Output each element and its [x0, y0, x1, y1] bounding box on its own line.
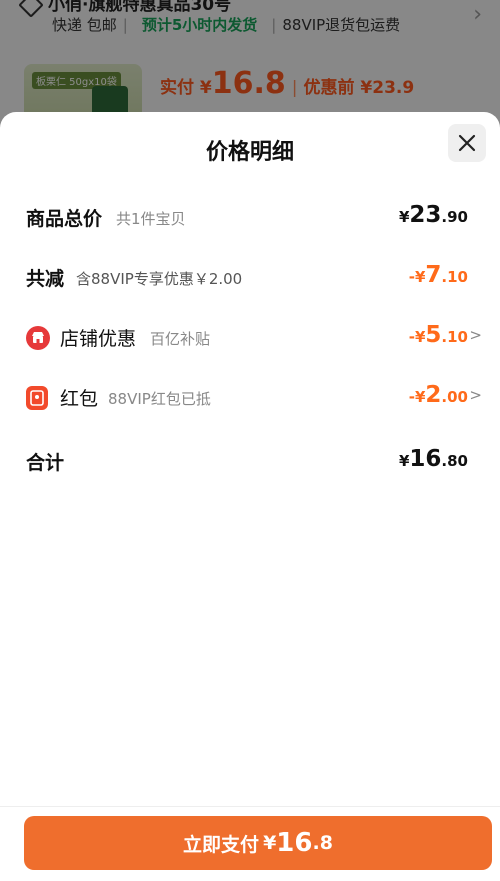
row-amount: -¥2.00: [408, 382, 468, 408]
pay-now-button[interactable]: 立即支付 ¥ 16 .8: [24, 816, 492, 870]
pay-button-amount-dec: .8: [312, 832, 333, 854]
row-label: 红包: [60, 388, 99, 410]
row-amount: -¥7.10: [408, 262, 468, 288]
row-amount: ¥23.90: [398, 202, 468, 228]
row-sub: 88VIP红包已抵: [108, 390, 211, 408]
pay-button-currency: ¥: [263, 832, 277, 854]
row-label: 合计: [26, 452, 65, 474]
chevron-right-icon[interactable]: >: [469, 326, 482, 344]
row-sub: 百亿补贴: [150, 330, 211, 348]
row-red-packet[interactable]: 红包 88VIP红包已抵 -¥2.00 >: [26, 382, 482, 414]
sheet-title: 价格明细: [205, 140, 294, 165]
row-total-price: 商品总价 共1件宝贝 ¥23.90: [26, 202, 480, 234]
row-label: 店铺优惠: [60, 328, 137, 350]
pay-button-amount-int: 16: [276, 828, 313, 858]
row-sub: 共1件宝贝: [116, 210, 186, 228]
row-grand-total: 合计 ¥16.80: [26, 446, 480, 478]
chevron-right-icon[interactable]: >: [469, 386, 482, 404]
row-label: 共减: [26, 268, 65, 290]
row-total-discount: 共减 含88VIP专享优惠￥2.00 -¥7.10: [26, 262, 480, 294]
row-amount: ¥16.80: [398, 446, 468, 472]
row-amount: -¥5.10: [408, 322, 468, 348]
row-store-discount[interactable]: 店铺优惠 百亿补贴 -¥5.10 >: [26, 322, 482, 354]
red-packet-icon: [26, 386, 48, 410]
row-sub: 含88VIP专享优惠￥2.00: [76, 270, 243, 288]
row-label: 商品总价: [26, 208, 103, 230]
close-button[interactable]: [448, 124, 486, 162]
store-icon: [26, 326, 50, 350]
pay-button-label: 立即支付: [183, 833, 260, 856]
price-detail-sheet: 价格明细 商品总价 共1件宝贝 ¥23.90 共减 含88VIP专享优惠￥2.0…: [0, 112, 500, 880]
close-icon: [458, 134, 476, 152]
